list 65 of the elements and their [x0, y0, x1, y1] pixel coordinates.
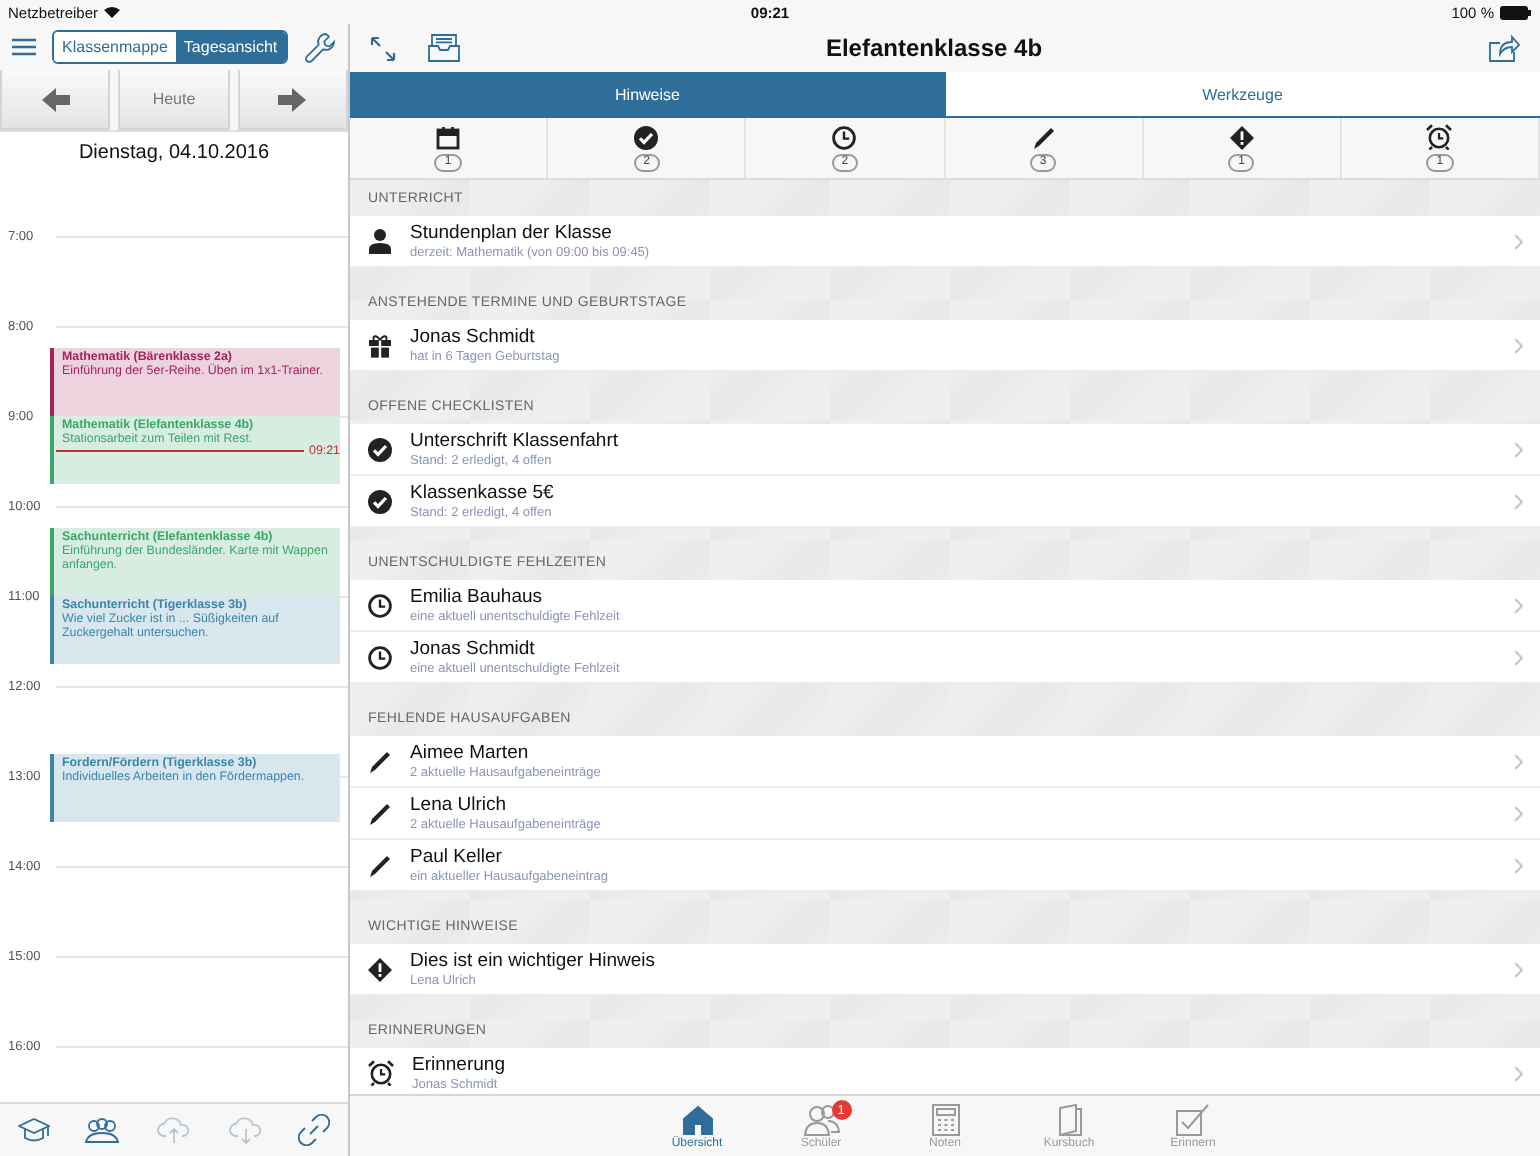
- view-tab[interactable]: Hinweise: [350, 72, 945, 116]
- row-title: Jonas Schmidt: [410, 638, 537, 660]
- expand-icon[interactable]: [370, 35, 396, 61]
- chevron-icon: [1514, 805, 1524, 821]
- pen-icon: [368, 853, 392, 877]
- graduation-cap-icon[interactable]: [17, 1116, 50, 1144]
- row-title: Emilia Bauhaus: [410, 586, 545, 608]
- row-title: Klassenkasse 5€: [410, 482, 556, 504]
- view-segment[interactable]: Klassenmappe: [54, 32, 176, 62]
- chevron-icon: [1514, 753, 1524, 769]
- checkbox-icon: [1176, 1103, 1210, 1135]
- inbox-icon[interactable]: [428, 34, 460, 62]
- wrench-icon[interactable]: [303, 31, 336, 63]
- wifi-icon: [104, 6, 121, 18]
- row-title: Jonas Schmidt: [410, 326, 537, 348]
- chevron-icon: [1514, 597, 1524, 613]
- chevron-icon: [1514, 337, 1524, 353]
- calendar-icon: [436, 125, 461, 149]
- class-title: Elefantenklasse 4b: [825, 34, 1043, 62]
- clock-icon: [368, 593, 392, 617]
- pen-icon: [1031, 125, 1056, 149]
- people-icon[interactable]: [84, 1116, 121, 1144]
- warning-icon: [368, 957, 392, 981]
- check-circle-icon: [634, 125, 659, 149]
- share-icon[interactable]: [1488, 34, 1520, 62]
- chevron-icon: [1514, 441, 1524, 457]
- people-icon: [803, 1103, 839, 1135]
- row-title: Lena Ulrich: [410, 794, 509, 816]
- warning-icon: [1229, 125, 1254, 149]
- calculator-icon: [931, 1103, 959, 1135]
- row-title: Dies ist ein wichtiger Hinweis: [410, 950, 657, 972]
- view-tab[interactable]: Werkzeuge: [945, 72, 1540, 116]
- person-icon: [368, 228, 392, 254]
- date-heading: Dienstag, 04.10.2016: [78, 141, 270, 163]
- alarm-clock-icon: [368, 1060, 394, 1086]
- battery-icon: [1500, 5, 1532, 19]
- alarm-clock-icon: [1426, 124, 1453, 150]
- gift-icon: [368, 333, 392, 357]
- clock-icon: [832, 125, 857, 149]
- house-icon: [681, 1103, 713, 1135]
- chevron-icon: [1514, 1065, 1524, 1081]
- clock-icon: [368, 645, 392, 669]
- row-title: Stundenplan der Klasse: [410, 222, 614, 244]
- chevron-icon: [1514, 493, 1524, 509]
- chevron-icon: [1514, 857, 1524, 873]
- today-button[interactable]: Heute: [118, 70, 230, 130]
- menu-icon[interactable]: [12, 38, 36, 56]
- row-title: Unterschrift Klassenfahrt: [410, 430, 621, 452]
- book-icon: [1056, 1103, 1082, 1135]
- pen-icon: [368, 801, 392, 825]
- chevron-icon: [1514, 233, 1524, 249]
- check-circle-icon: [368, 489, 392, 513]
- next-day-button[interactable]: [237, 70, 348, 130]
- row-title: Paul Keller: [410, 846, 504, 868]
- link-icon[interactable]: [298, 1114, 331, 1146]
- row-title: Erinnerung: [412, 1054, 507, 1076]
- check-circle-icon: [368, 437, 392, 461]
- pen-icon: [368, 749, 392, 773]
- left-arrow-icon: [41, 87, 70, 111]
- previous-day-button[interactable]: [0, 70, 111, 130]
- chevron-icon: [1514, 649, 1524, 665]
- row-title: Aimee Marten: [410, 742, 531, 764]
- right-arrow-icon: [278, 87, 307, 111]
- chevron-icon: [1514, 961, 1524, 977]
- view-segment[interactable]: Tagesansicht: [175, 32, 286, 62]
